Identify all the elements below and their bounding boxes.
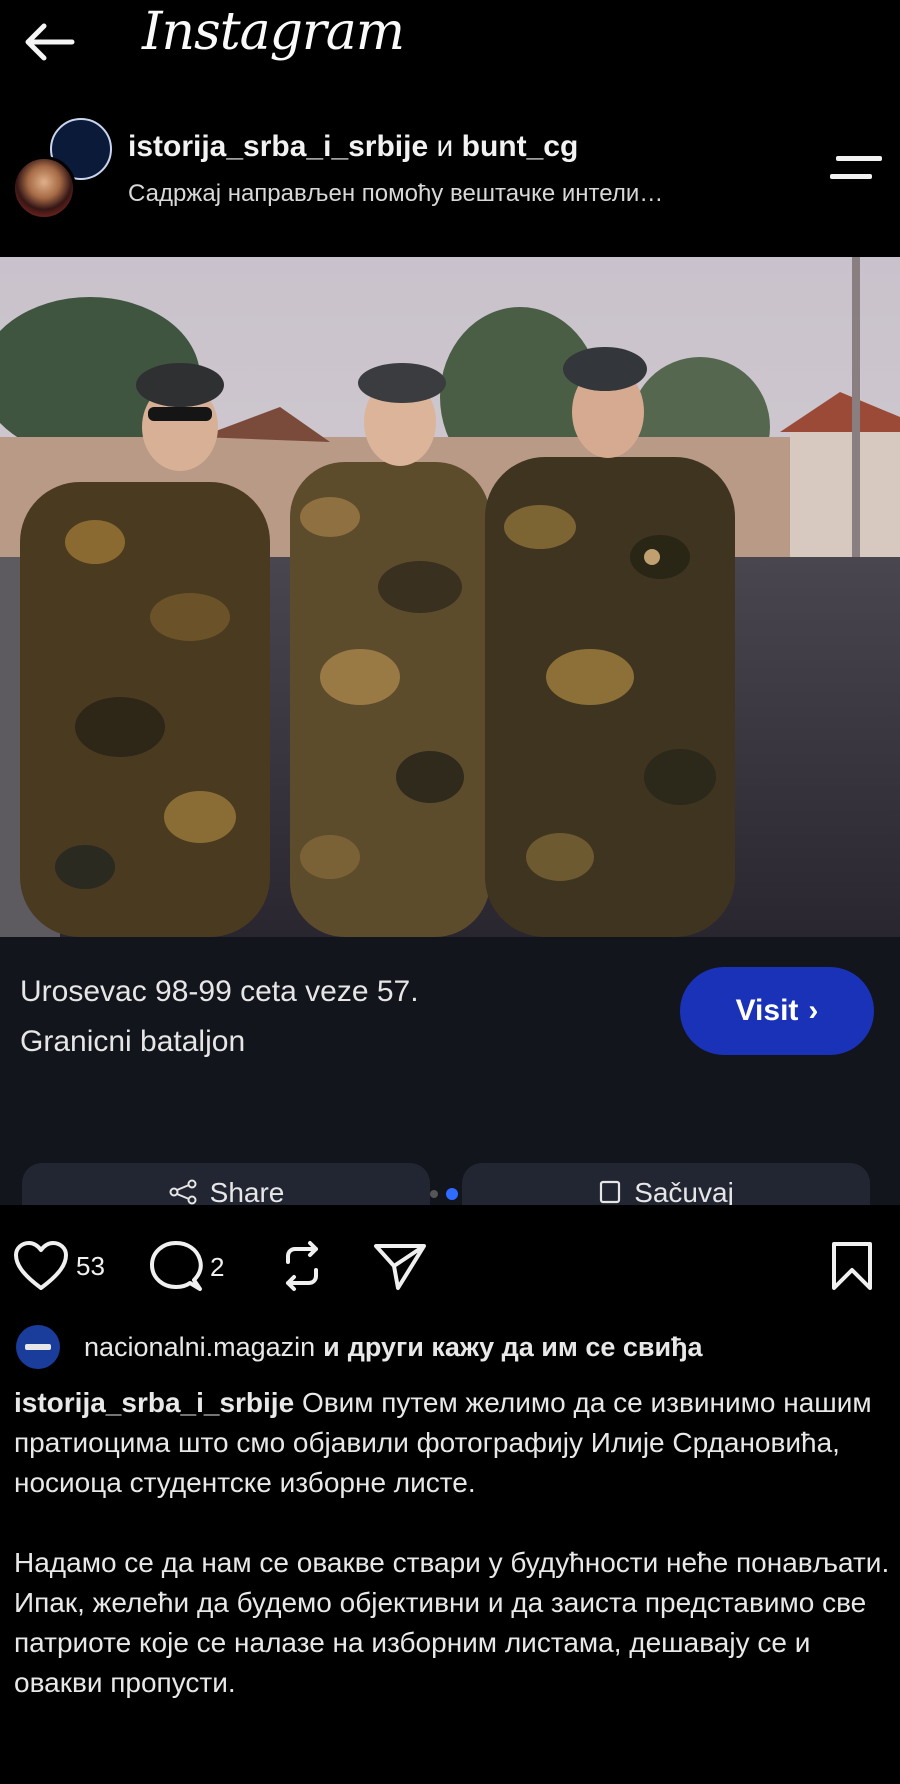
- menu-icon: [830, 156, 882, 179]
- back-button[interactable]: [18, 14, 82, 70]
- carousel-dot[interactable]: [430, 1190, 438, 1198]
- send-icon: [374, 1244, 426, 1290]
- post-usernames[interactable]: istorija_srba_i_srbije и bunt_cg: [128, 130, 578, 164]
- liked-by-others[interactable]: други кажу да им се свиђа: [348, 1332, 703, 1363]
- photo-image: [0, 257, 900, 937]
- comment-button[interactable]: 2: [148, 1240, 224, 1294]
- ai-content-label[interactable]: Садржај направљен помоћу вештачке интели…: [128, 180, 663, 208]
- username-main[interactable]: istorija_srba_i_srbije: [128, 130, 428, 163]
- post-header: istorija_srba_i_srbije и bunt_cg Садржај…: [0, 110, 900, 230]
- instagram-logo[interactable]: Instagram: [142, 2, 405, 62]
- chevron-right-icon: ›: [808, 994, 819, 1027]
- save-post-button[interactable]: [828, 1240, 876, 1292]
- more-options-button[interactable]: [826, 150, 886, 190]
- save-label: Sačuvaj: [634, 1177, 734, 1205]
- repost-button[interactable]: [278, 1240, 326, 1292]
- like-button[interactable]: 53: [12, 1240, 105, 1292]
- comment-icon: [150, 1241, 203, 1291]
- share-label: Share: [209, 1177, 285, 1205]
- cta-text-line: Urosevac 98-99 ceta veze 57.: [20, 975, 419, 1008]
- bookmark-icon: [832, 1242, 872, 1290]
- arrow-left-icon: [25, 23, 75, 61]
- like-count[interactable]: 53: [76, 1251, 105, 1282]
- cta-text-line: Granicni bataljon: [20, 1025, 246, 1058]
- avatar: [12, 156, 76, 220]
- post-actions: 53 2: [0, 1232, 900, 1296]
- comment-count[interactable]: 2: [210, 1252, 224, 1283]
- caption-paragraph: istorija_srba_i_srbije Овим путем желимо…: [14, 1383, 890, 1503]
- username-second[interactable]: bunt_cg: [462, 130, 579, 163]
- post-photo[interactable]: [0, 257, 900, 937]
- post-caption: istorija_srba_i_srbije Овим путем желимо…: [14, 1383, 890, 1743]
- bookmark-outline-icon: [600, 1180, 621, 1204]
- liked-by-line[interactable]: nacionalni.magazin и други кажу да им се…: [16, 1325, 896, 1369]
- repost-icon: [286, 1241, 318, 1291]
- heart-icon: [14, 1241, 68, 1290]
- carousel-dot-active[interactable]: [446, 1188, 458, 1200]
- visit-button[interactable]: Visit ›: [680, 967, 874, 1055]
- cta-text: Urosevac 98-99 ceta veze 57. Granicni ba…: [20, 967, 580, 1067]
- save-button[interactable]: Sačuvaj: [462, 1163, 870, 1205]
- share-button[interactable]: Share: [22, 1163, 430, 1205]
- share-icon: [169, 1179, 197, 1205]
- carousel-indicator: [430, 1188, 458, 1200]
- liked-by-username[interactable]: nacionalni.magazin: [84, 1332, 315, 1363]
- caption-username[interactable]: istorija_srba_i_srbije: [14, 1387, 294, 1418]
- avatar[interactable]: [16, 1325, 60, 1369]
- caption-paragraph: Надамо се да нам се овакве ствари у буду…: [14, 1547, 890, 1698]
- visit-label: Visit: [735, 994, 799, 1027]
- top-bar: Instagram: [0, 0, 900, 90]
- usernames-conjunction: и: [436, 130, 454, 163]
- collab-avatars[interactable]: [10, 118, 112, 222]
- liked-by-conjunction: и: [323, 1331, 340, 1362]
- link-cta-strip: Urosevac 98-99 ceta veze 57. Granicni ba…: [0, 937, 900, 1157]
- send-button[interactable]: [372, 1240, 428, 1292]
